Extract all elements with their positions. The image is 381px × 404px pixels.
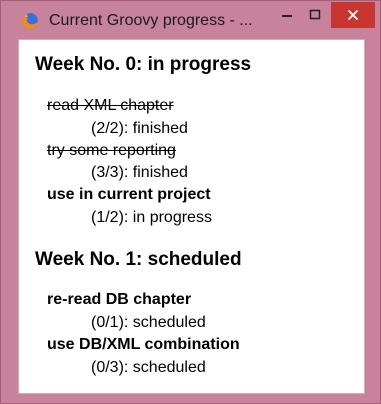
maximize-button[interactable] (301, 2, 329, 28)
task-status: (0/3): scheduled (91, 359, 206, 376)
task-status: (3/3): finished (91, 164, 188, 181)
window-title: Current Groovy progress - ... (49, 12, 253, 29)
task-status: (2/2): finished (91, 120, 188, 137)
browser-window: Current Groovy progress - ... Week No. 0… (0, 0, 381, 404)
maximize-icon (309, 9, 321, 20)
task-label: use DB/XML combination (47, 336, 240, 353)
minimize-button[interactable] (273, 2, 301, 28)
title-bar[interactable]: Current Groovy progress - ... (1, 1, 380, 39)
task-status: (0/1): scheduled (91, 314, 206, 331)
task-label: re-read DB chapter (47, 291, 192, 308)
close-button[interactable] (331, 2, 375, 28)
task-label: read XML chapter (47, 97, 174, 114)
page-content: Week No. 0: in progress read XML chapter… (18, 39, 365, 394)
task-label: try some reporting (47, 142, 176, 159)
close-icon (347, 9, 359, 21)
minimize-icon (282, 15, 292, 17)
task-label: use in current project (47, 186, 211, 203)
week-heading: Week No. 1: scheduled (35, 249, 242, 270)
week-heading: Week No. 0: in progress (35, 54, 252, 75)
firefox-icon (22, 13, 38, 29)
task-status: (1/2): in progress (91, 209, 212, 226)
